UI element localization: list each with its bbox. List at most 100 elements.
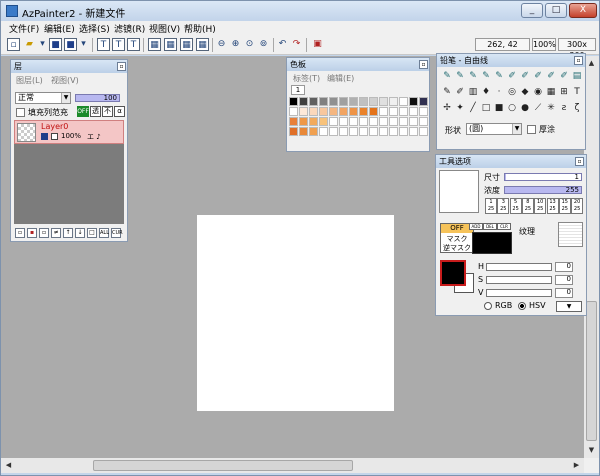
close-icon[interactable]: ▫ [419, 60, 428, 69]
color-panel-title[interactable]: 色板 [287, 58, 429, 71]
pen-l-icon[interactable]: ✐ [454, 86, 466, 99]
s-slider[interactable] [486, 276, 552, 284]
palette-swatch[interactable] [389, 117, 398, 126]
tool-a-icon[interactable]: T [97, 38, 110, 51]
stamp-icon[interactable]: ▤ [571, 70, 583, 83]
size-preset-button[interactable]: 13 25 [546, 198, 559, 214]
pen-h-icon[interactable]: ✐ [532, 70, 544, 83]
palette-swatch[interactable] [329, 107, 338, 116]
redo-icon[interactable]: ↷ [290, 38, 303, 51]
grad-icon[interactable]: ▦ [545, 86, 557, 99]
rays-icon[interactable]: ✳ [545, 102, 557, 115]
size-preset-button[interactable]: 1 25 [485, 198, 497, 214]
palette-swatch[interactable] [289, 107, 298, 116]
palette-swatch[interactable] [349, 97, 358, 106]
size-preset-button[interactable]: 15 25 [558, 198, 571, 214]
palette-swatch[interactable] [409, 117, 418, 126]
blend-mode-select[interactable]: 正常 ▼ [15, 92, 71, 104]
mask-del-button[interactable]: DEL [483, 223, 497, 230]
menu-help[interactable]: 帮助(H) [184, 22, 216, 35]
pen-b-icon[interactable]: ✎ [454, 70, 466, 83]
palette-swatch[interactable] [289, 117, 298, 126]
v-value[interactable]: 0 [555, 288, 573, 298]
save-as-icon[interactable]: ■ [64, 38, 77, 51]
tool-c-icon[interactable]: T [127, 38, 140, 51]
sharpen-icon[interactable]: ◉ [532, 86, 544, 99]
palette-swatch[interactable] [289, 127, 298, 136]
palette-swatch[interactable] [359, 97, 368, 106]
close-icon[interactable]: ▫ [575, 157, 584, 166]
pencil-panel-title[interactable]: 铅笔 - 自由线 [437, 54, 585, 67]
mode-alpha-button[interactable]: α [114, 106, 125, 117]
grid-3-icon[interactable]: ▦ [180, 38, 193, 51]
palette-swatch[interactable] [339, 117, 348, 126]
layer-frame-icon[interactable]: □ [87, 228, 97, 238]
palette-swatch[interactable] [339, 97, 348, 106]
zoom-out-icon[interactable]: ⊖ [215, 38, 228, 51]
grid-2-icon[interactable]: ▦ [164, 38, 177, 51]
curve-icon[interactable]: ƨ [558, 102, 570, 115]
palette-swatch[interactable] [369, 97, 378, 106]
move-icon[interactable]: ✢ [441, 102, 453, 115]
ellipse-icon[interactable]: ○ [506, 102, 518, 115]
pen-e-icon[interactable]: ✎ [493, 70, 505, 83]
palette-swatch[interactable] [359, 107, 368, 116]
palette-swatch[interactable] [399, 127, 408, 136]
lasso-icon[interactable]: ⊞ [558, 86, 570, 99]
copy-layer-icon[interactable]: ▫ [39, 228, 49, 238]
tab-label[interactable]: 标签(T) [293, 73, 320, 84]
pen-f-icon[interactable]: ✐ [506, 70, 518, 83]
palette-swatch[interactable] [299, 97, 308, 106]
mode-lock-button[interactable]: 不 [102, 106, 113, 117]
scroll-left-icon[interactable]: ◀ [1, 458, 16, 473]
tab-layer[interactable]: 图层(L) [16, 75, 43, 86]
palette-swatch[interactable] [409, 107, 418, 116]
rect-icon[interactable]: □ [480, 102, 492, 115]
palette-swatch[interactable] [299, 107, 308, 116]
palette-swatch[interactable] [319, 127, 328, 136]
document-canvas[interactable] [197, 215, 394, 411]
palette-swatch[interactable] [399, 117, 408, 126]
save-icon[interactable]: ■ [49, 38, 62, 51]
palette-swatch[interactable] [369, 117, 378, 126]
shape-select[interactable]: (圆) ▼ [466, 123, 522, 135]
size-slider[interactable]: 1 [504, 173, 582, 181]
mode-transparent-button[interactable]: 透 [90, 106, 101, 117]
menu-edit[interactable]: 编辑(E) [44, 22, 75, 35]
size-preset-button[interactable]: 10 25 [534, 198, 547, 214]
color-options-button[interactable]: ▼ [556, 301, 582, 312]
palette-swatch[interactable] [399, 107, 408, 116]
tab-edit[interactable]: 编辑(E) [327, 73, 354, 84]
menu-filter[interactable]: 滤镜(R) [114, 22, 145, 35]
maximize-button[interactable]: □ [545, 3, 567, 18]
palette-swatch[interactable] [319, 117, 328, 126]
s-value[interactable]: 0 [555, 275, 573, 285]
fill-checkbox[interactable] [16, 108, 25, 117]
palette-swatch[interactable] [419, 127, 428, 136]
scroll-up-icon[interactable]: ▲ [584, 56, 599, 71]
palette-swatch[interactable] [389, 97, 398, 106]
close-button[interactable]: X [569, 3, 597, 18]
layer-panel-title[interactable]: 层 [11, 60, 127, 73]
eye-icon[interactable] [41, 133, 48, 140]
pen-c-icon[interactable]: ✎ [467, 70, 479, 83]
title-bar[interactable]: AzPainter2 - 新建文件 _ □ X [1, 1, 599, 21]
palette-swatch[interactable] [319, 107, 328, 116]
palette-swatch[interactable] [419, 97, 428, 106]
zoom-fit-icon[interactable]: ⊚ [257, 38, 270, 51]
layer-row[interactable]: Layer0 100% エ ♪ [14, 120, 124, 144]
palette-swatch[interactable] [419, 117, 428, 126]
foreground-color-front[interactable] [440, 260, 466, 286]
palette-swatch[interactable] [389, 127, 398, 136]
fill-rect-icon[interactable]: ■ [493, 102, 505, 115]
pen-a-icon[interactable]: ✎ [441, 70, 453, 83]
lock-icon[interactable] [51, 133, 58, 140]
palette-swatch[interactable] [329, 117, 338, 126]
palette-swatch[interactable] [329, 127, 338, 136]
palette-swatch[interactable] [379, 107, 388, 116]
plus-icon[interactable]: ✦ [454, 102, 466, 115]
palette-swatch[interactable] [299, 127, 308, 136]
size-preset-button[interactable]: 5 25 [509, 198, 522, 214]
new-file-icon[interactable]: ▫ [7, 38, 20, 51]
drop-icon[interactable]: ♦ [480, 86, 492, 99]
